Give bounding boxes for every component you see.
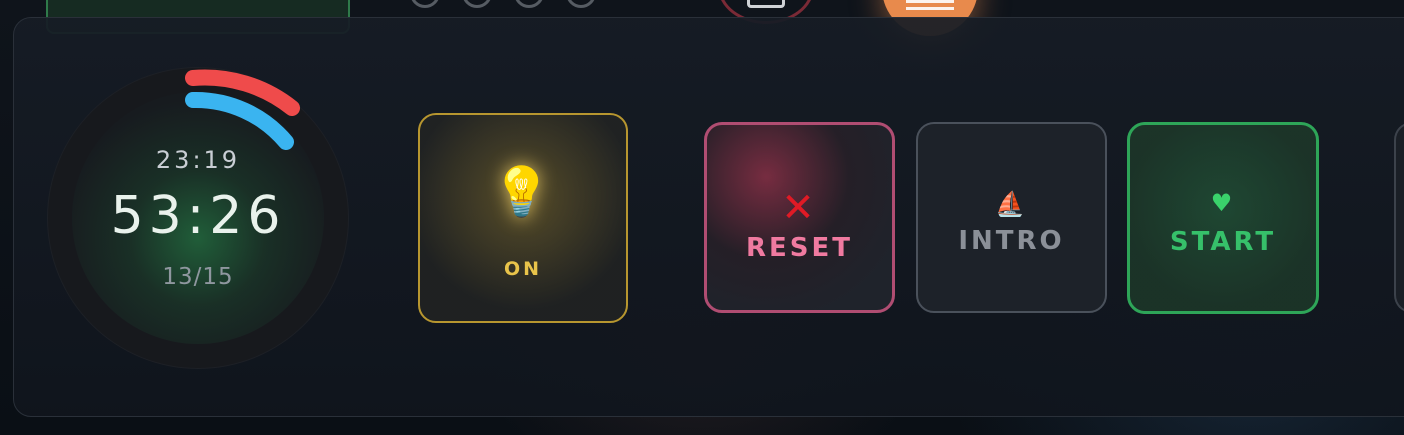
background-square-icon — [747, 0, 785, 8]
background-dot — [410, 0, 440, 8]
background-menu-icon — [906, 0, 954, 10]
background-dot — [514, 0, 544, 8]
timer-arc-inner — [185, 91, 294, 150]
light-toggle-label: ON — [503, 257, 543, 280]
clock-time: 23:19 — [155, 146, 241, 174]
reset-label: RESET — [745, 232, 853, 263]
reset-button[interactable]: ✕ RESET — [704, 122, 895, 313]
app-stage: Candles 23:19 53:26 13/15 💡 ON ✕ RESET ⛵… — [0, 0, 1404, 435]
intro-label: INTRO — [958, 225, 1065, 256]
sailboat-icon: ⛵ — [995, 189, 1028, 218]
countdown-time: 53:26 — [110, 186, 286, 246]
start-label: START — [1169, 227, 1277, 257]
background-dot — [462, 0, 492, 8]
start-button[interactable]: ♥ START — [1127, 122, 1319, 314]
lightbulb-icon: 💡 — [491, 163, 555, 220]
next-tile-partial[interactable] — [1394, 122, 1404, 313]
close-icon: ✕ — [781, 184, 818, 231]
background-dots — [410, 0, 596, 8]
light-toggle-button[interactable]: 💡 ON — [418, 113, 628, 323]
intro-button[interactable]: ⛵ INTRO — [916, 122, 1107, 313]
green-heart-icon: ♥ — [1210, 189, 1236, 217]
progress-counter: 13/15 — [162, 264, 234, 290]
background-dot — [566, 0, 596, 8]
